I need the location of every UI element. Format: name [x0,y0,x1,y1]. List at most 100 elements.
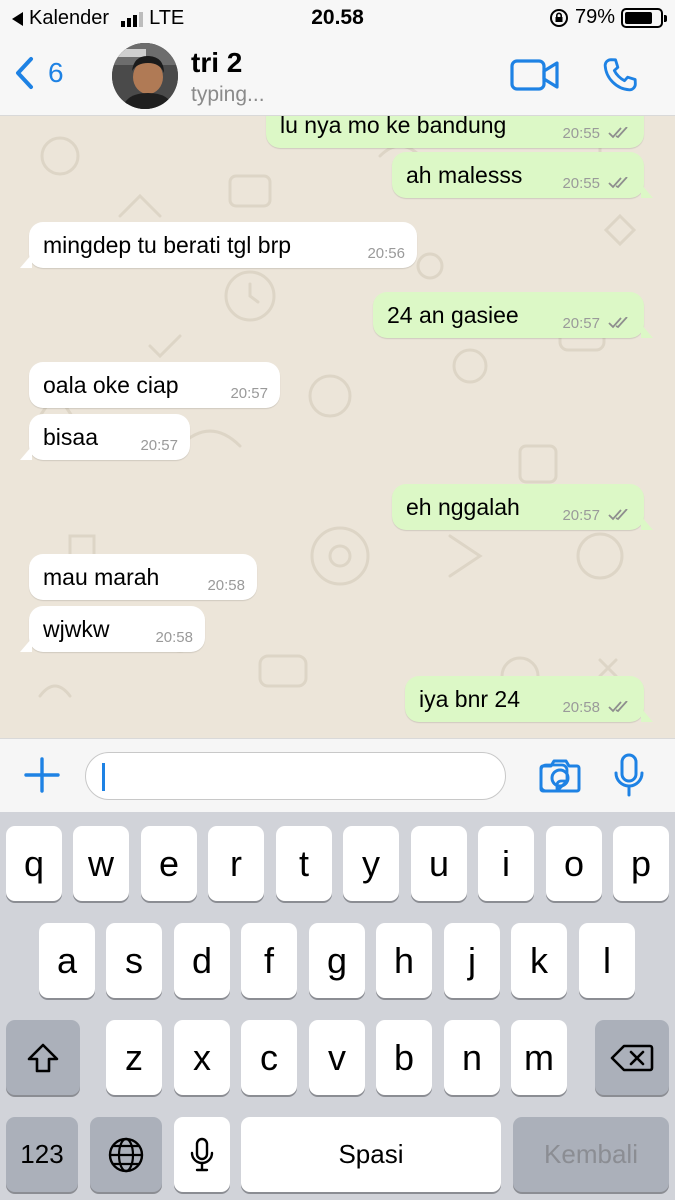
key-d[interactable]: d [174,923,230,998]
attach-button[interactable] [22,755,62,800]
key-k[interactable]: k [511,923,567,998]
key-o[interactable]: o [546,826,602,901]
key-z[interactable]: z [106,1020,162,1095]
message-bubble-outgoing[interactable]: ah malesss 20:55 [392,152,653,198]
message-text: lu nya mo ke bandung [280,116,507,138]
bubble-tail [641,324,653,338]
bubble-tail [641,516,653,530]
globe-key[interactable] [90,1117,162,1192]
key-p[interactable]: p [613,826,669,901]
key-u[interactable]: u [411,826,467,901]
dictation-key[interactable] [174,1117,230,1192]
return-key[interactable]: Kembali [513,1117,669,1192]
status-right: 79% [549,6,667,29]
text-caret [102,763,105,791]
message-time: 20:58 [207,577,245,594]
rotation-lock-icon [549,8,568,27]
key-r[interactable]: r [208,826,264,901]
message-bubble-outgoing[interactable]: lu nya mo ke bandung 20:55 [266,116,644,148]
delete-key[interactable] [595,1020,669,1095]
keyboard: q w e r t y u i o p a s d f g h j k l z … [0,812,675,1200]
contact-avatar[interactable] [112,43,178,109]
key-l[interactable]: l [579,923,635,998]
contact-name[interactable]: tri 2 [191,47,242,79]
key-w[interactable]: w [73,826,129,901]
voice-call-button[interactable] [600,54,640,101]
read-ticks-icon [608,509,628,521]
phone-icon [603,58,637,92]
status-bar: Kalender LTE 20.58 79% [0,0,675,38]
key-g[interactable]: g [309,923,365,998]
bubble-tail [20,446,32,460]
globe-icon [108,1137,144,1172]
key-v[interactable]: v [309,1020,365,1095]
voice-message-button[interactable] [613,753,645,802]
message-bubble-incoming[interactable]: bisaa 20:57 [20,414,190,460]
message-bubble-outgoing[interactable]: eh nggalah 20:57 [392,484,653,530]
message-bubble-outgoing[interactable]: iya bnr 24 20:58 [405,676,653,722]
message-text: oala oke ciap [43,372,179,398]
key-c[interactable]: c [241,1020,297,1095]
message-bubble-incoming[interactable]: wjwkw 20:58 [20,606,205,652]
key-a[interactable]: a [39,923,95,998]
message-bubble-incoming[interactable]: mingdep tu berati tgl brp 20:56 [20,222,417,268]
key-s[interactable]: s [106,923,162,998]
plus-icon [24,757,60,793]
key-x[interactable]: x [174,1020,230,1095]
chat-header: 6 tri 2 typing... [0,38,675,116]
message-time: 20:57 [562,315,600,332]
message-time: 20:55 [562,175,600,192]
message-time: 20:56 [367,245,405,262]
read-ticks-icon [608,177,628,189]
message-time: 20:57 [140,437,178,454]
key-b[interactable]: b [376,1020,432,1095]
message-bubble-incoming[interactable]: mau marah 20:58 [29,554,257,600]
message-bubble-incoming[interactable]: oala oke ciap 20:57 [29,362,280,408]
chevron-left-icon [16,57,33,89]
message-text: mau marah [43,564,160,590]
message-text: wjwkw [43,616,110,642]
message-text: bisaa [43,424,98,450]
message-bubble-outgoing[interactable]: 24 an gasiee 20:57 [373,292,653,338]
unread-count: 6 [48,57,64,88]
message-time: 20:58 [155,629,193,646]
contact-status: typing... [191,83,265,106]
microphone-icon [614,753,644,797]
dictation-mic-icon [190,1137,214,1171]
key-t[interactable]: t [276,826,332,901]
key-q[interactable]: q [6,826,62,901]
message-time: 20:58 [562,699,600,716]
key-e[interactable]: e [141,826,197,901]
chat-area[interactable]: lu nya mo ke bandung 20:55 ah malesss 20… [0,116,675,738]
battery-icon [621,7,667,28]
message-text: mingdep tu berati tgl brp [43,232,292,258]
video-call-button[interactable] [510,58,560,97]
shift-icon [27,1043,59,1072]
read-ticks-icon [608,127,628,139]
key-i[interactable]: i [478,826,534,901]
read-ticks-icon [608,317,628,329]
backspace-icon [610,1044,654,1071]
shift-key[interactable] [6,1020,80,1095]
message-time: 20:57 [230,385,268,402]
key-y[interactable]: y [343,826,399,901]
camera-button[interactable] [539,757,581,798]
key-h[interactable]: h [376,923,432,998]
space-key[interactable]: Spasi [241,1117,501,1192]
bubble-tail [20,254,32,268]
battery-percent: 79% [574,6,615,28]
numbers-key[interactable]: 123 [6,1117,78,1192]
bubble-tail [641,184,653,198]
message-text: eh nggalah [406,494,520,520]
message-time: 20:57 [562,507,600,524]
key-n[interactable]: n [444,1020,500,1095]
bubble-tail [20,638,32,652]
message-input-bar [0,738,675,812]
battery-fill [625,11,652,24]
key-f[interactable]: f [241,923,297,998]
message-input[interactable] [85,752,569,800]
key-m[interactable]: m [511,1020,567,1095]
key-j[interactable]: j [444,923,500,998]
read-ticks-icon [608,701,628,713]
back-button[interactable]: 6 [14,56,64,90]
